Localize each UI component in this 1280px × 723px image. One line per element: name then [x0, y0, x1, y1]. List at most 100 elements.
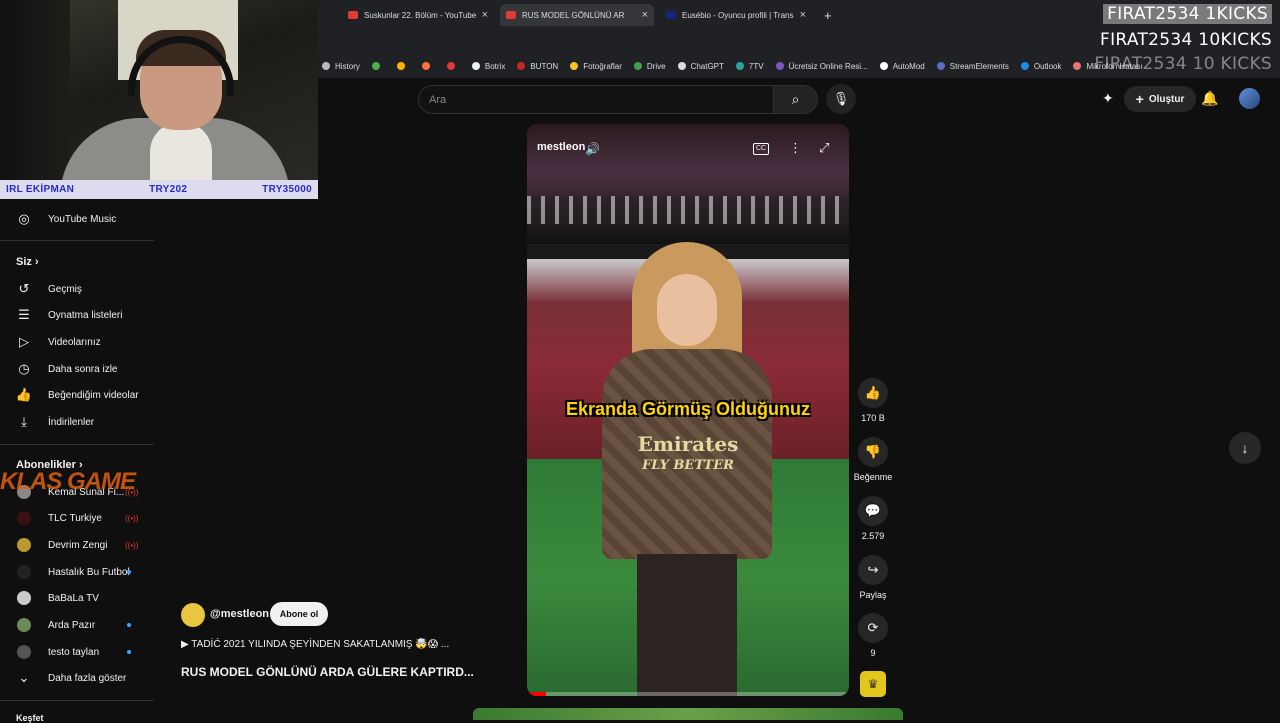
- dislike-button[interactable]: 👎 Beğenme: [853, 437, 893, 482]
- new-tab-button[interactable]: +: [818, 4, 840, 26]
- share-button[interactable]: ↪ Paylaş: [853, 555, 893, 600]
- buton-icon: [517, 62, 526, 70]
- subscribe-button[interactable]: Abone ol: [270, 602, 328, 626]
- next-short-button[interactable]: ↓: [1229, 432, 1261, 464]
- sidebar: ◎ YouTube Music Siz › ↺ Geçmiş ☰ Oynatma…: [0, 204, 154, 720]
- channel-avatar: [17, 591, 31, 605]
- channel-avatar[interactable]: [181, 603, 205, 627]
- sidebar-item-your-videos[interactable]: ▷ Videolarınız: [0, 329, 154, 355]
- bookmark-green[interactable]: [371, 62, 385, 70]
- new-content-dot: [127, 623, 131, 627]
- avatar[interactable]: [1239, 88, 1260, 109]
- channel-avatar: [17, 565, 31, 579]
- sidebar-channel[interactable]: TLC Turkiye ((•)): [0, 505, 154, 531]
- fullscreen-icon[interactable]: ⤢: [819, 140, 829, 156]
- channel-handle[interactable]: @mestleon: [210, 608, 269, 620]
- close-icon[interactable]: ×: [642, 9, 648, 21]
- bookmark-drive[interactable]: Drive: [633, 62, 666, 71]
- close-icon[interactable]: ×: [482, 9, 488, 21]
- sidebar-item-label: Geçmiş: [48, 283, 82, 295]
- transfermarkt-icon: [666, 11, 676, 19]
- channel-name: Arda Pazır: [48, 619, 96, 631]
- video-title[interactable]: RUS MODEL GÖNLÜNÜ ARDA GÜLERE KAPTIRD...: [181, 665, 474, 679]
- sidebar-item-downloads[interactable]: ⤓ İndirilenler: [0, 409, 154, 435]
- sidebar-item-watch-later[interactable]: ◷ Daha sonra izle: [0, 356, 154, 382]
- close-icon[interactable]: ×: [800, 9, 806, 21]
- history-icon: [322, 62, 330, 70]
- tab-suskunlar[interactable]: Suskunlar 22. Bölüm - YouTube ×: [342, 4, 494, 26]
- sidebar-channel[interactable]: BaBaLa TV: [0, 585, 154, 611]
- kicks-alert: FIRAT2534 10 KICKS: [1094, 54, 1272, 74]
- sparkle-icon[interactable]: ✦: [1102, 90, 1114, 107]
- search-input[interactable]: Ara: [418, 85, 774, 114]
- dislike-label: Beğenme: [853, 472, 893, 482]
- channel-avatar: [17, 538, 31, 552]
- video-description[interactable]: ▶ TADİĆ 2021 YILINDA ŞEYİNDEN SAKATLANMI…: [181, 639, 449, 650]
- bookmark-yellow[interactable]: [396, 62, 410, 70]
- history-icon: ↺: [18, 281, 30, 296]
- live-icon: ((•)): [125, 540, 139, 550]
- sidebar-channel[interactable]: Hastalık Bu Futbol: [0, 559, 154, 585]
- video-icon: ▷: [19, 334, 29, 349]
- playlist-icon: ☰: [18, 307, 30, 322]
- bookmark-orange[interactable]: [421, 62, 435, 70]
- sound-thumbnail[interactable]: ♛: [860, 671, 886, 697]
- channel-avatar: [17, 618, 31, 632]
- sidebar-item-playlists[interactable]: ☰ Oynatma listeleri: [0, 302, 154, 328]
- sidebar-channel[interactable]: testo taylan: [0, 639, 154, 665]
- youtube-icon: [506, 11, 516, 19]
- comments-button[interactable]: 💬 2.579: [853, 496, 893, 541]
- new-content-dot: [127, 570, 131, 574]
- red-icon: [446, 62, 455, 70]
- bookmark-botrix[interactable]: Botrix: [471, 62, 505, 71]
- channel-name: Hastalık Bu Futbol: [48, 566, 130, 578]
- sidebar-channel[interactable]: Devrim Zengi ((•)): [0, 532, 154, 558]
- sidebar-item-label: Beğendiğim videolar: [48, 389, 139, 401]
- jersey-tagline: FLY BETTER: [642, 458, 734, 473]
- webcam-donation-bar: IRL EKİPMAN TRY202 TRY35000: [0, 180, 318, 199]
- volume-icon[interactable]: 🔊: [585, 142, 600, 156]
- create-label: Oluştur: [1148, 93, 1185, 105]
- sidebar-item-history[interactable]: ↺ Geçmiş: [0, 276, 154, 302]
- bookmark-history[interactable]: History: [322, 62, 360, 71]
- tab-rus-model[interactable]: RUS MODEL GÖNLÜNÜ AR ×: [500, 4, 654, 26]
- bookmark-photos[interactable]: Fotoğraflar: [570, 62, 622, 71]
- bookmark-rp[interactable]: Ücretsiz Online Resi...: [775, 62, 868, 71]
- bookmark-label: AutoMod: [892, 61, 925, 71]
- bookmark-streamelements[interactable]: StreamElements: [936, 62, 1009, 71]
- yellow-icon: [396, 62, 405, 70]
- voice-search-button[interactable]: 🎙: [826, 84, 856, 114]
- create-button[interactable]: + Oluştur: [1124, 86, 1196, 112]
- search-icon: ⌕: [791, 91, 800, 107]
- captions-button[interactable]: CC: [753, 143, 769, 155]
- next-short-preview[interactable]: [473, 708, 903, 720]
- search-button[interactable]: ⌕: [774, 85, 818, 114]
- bookmark-outlook[interactable]: Outlook: [1020, 62, 1061, 71]
- bookmark-chatgpt[interactable]: ChatGPT: [677, 62, 724, 71]
- sidebar-channel[interactable]: Arda Pazır: [0, 612, 154, 638]
- video-progress-bar[interactable]: [527, 692, 849, 696]
- remix-icon: ⟳: [858, 613, 888, 643]
- bookmark-7tv[interactable]: 7TV: [735, 62, 764, 71]
- bell-icon[interactable]: 🔔: [1201, 90, 1218, 107]
- channel-avatar: [17, 511, 31, 525]
- share-label: Paylaş: [859, 590, 887, 600]
- tab-eusebio[interactable]: Eusébio - Oyuncu profili | Trans ×: [660, 4, 812, 26]
- botrix-icon: [471, 62, 480, 70]
- sidebar-item-liked-videos[interactable]: 👍 Beğendiğim videolar: [0, 382, 154, 408]
- bookmark-red[interactable]: [446, 62, 460, 70]
- sidebar-show-more[interactable]: ⌄ Daha fazla göster: [0, 665, 154, 691]
- remix-button[interactable]: ⟳ 9: [853, 613, 893, 658]
- bookmark-automod[interactable]: AutoMod: [879, 61, 925, 71]
- 7tv-icon: [735, 62, 744, 70]
- section-heading-you[interactable]: Siz ›: [16, 256, 39, 268]
- bookmark-label: History: [335, 61, 360, 71]
- short-video-player[interactable]: Ekranda Görmüş Olduğunuz Emirates FLY BE…: [527, 124, 849, 696]
- thumbs-up-icon: 👍: [858, 378, 888, 408]
- more-options-icon[interactable]: ⋮: [789, 140, 802, 156]
- bookmark-buton[interactable]: BUTON: [517, 62, 558, 71]
- tab-label: Eusébio - Oyuncu profili | Trans: [682, 10, 794, 20]
- section-heading-explore[interactable]: Keşfet: [16, 713, 44, 723]
- sidebar-item-youtube-music[interactable]: ◎ YouTube Music: [0, 206, 154, 232]
- like-button[interactable]: 👍 170 B: [853, 378, 893, 423]
